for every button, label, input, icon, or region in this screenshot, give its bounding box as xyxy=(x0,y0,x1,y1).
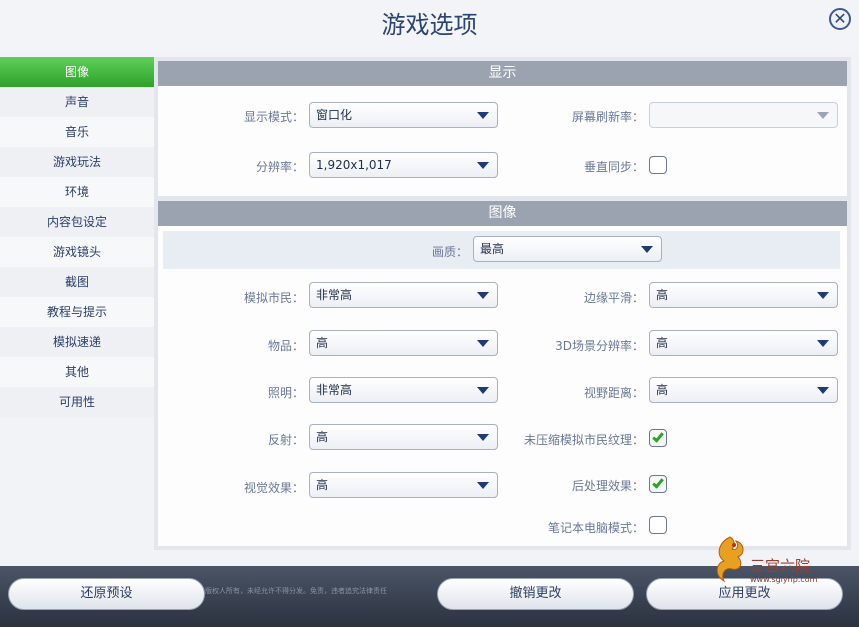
sims-select[interactable]: 非常高 xyxy=(309,282,498,308)
chevron-down-icon xyxy=(477,434,489,441)
lighting-value: 非常高 xyxy=(316,383,353,397)
objects-select[interactable]: 高 xyxy=(309,330,498,356)
edge-smoothing-value: 高 xyxy=(656,288,669,302)
sidebar-item-simdelivery[interactable]: 模拟速递 xyxy=(0,327,154,357)
visual-effects-select[interactable]: 高 xyxy=(309,472,498,498)
view-distance-value: 高 xyxy=(656,383,669,397)
close-icon: ✕ xyxy=(833,9,847,28)
cancel-changes-button[interactable]: 撤销更改 xyxy=(437,578,634,610)
chevron-down-icon xyxy=(477,162,489,169)
sims-label: 模拟市民： xyxy=(243,291,304,305)
chevron-down-icon xyxy=(477,387,489,394)
sidebar-item-sound[interactable]: 声音 xyxy=(0,87,154,117)
vsync-label: 垂直同步： xyxy=(583,160,644,174)
laptop-mode-checkbox[interactable] xyxy=(649,516,667,534)
sidebar-item-other[interactable]: 其他 xyxy=(0,357,154,387)
chevron-down-icon xyxy=(477,340,489,347)
chevron-down-icon xyxy=(817,387,829,394)
reflections-select[interactable]: 高 xyxy=(309,424,498,450)
display-mode-value: 窗口化 xyxy=(316,108,353,122)
scene-3d-resolution-label: 3D场景分辨率： xyxy=(555,339,644,353)
resolution-value: 1,920x1,017 xyxy=(316,158,392,172)
quality-value: 最高 xyxy=(480,242,505,256)
visual-effects-value: 高 xyxy=(316,478,329,492)
display-mode-label: 显示模式： xyxy=(243,110,304,124)
reflections-label: 反射： xyxy=(267,433,304,447)
chevron-down-icon xyxy=(477,292,489,299)
window-title: 游戏选项 xyxy=(0,0,859,52)
lighting-select[interactable]: 非常高 xyxy=(309,377,498,403)
chevron-down-icon xyxy=(817,292,829,299)
post-processing-checkbox[interactable] xyxy=(649,475,667,493)
post-processing-label: 后处理效果： xyxy=(571,479,644,493)
apply-changes-button[interactable]: 应用更改 xyxy=(646,578,843,610)
footer-note: 版权人所有，未经允许不得分发。免责，违者追究法律责任 xyxy=(205,587,387,595)
close-button[interactable]: ✕ xyxy=(829,8,851,30)
refresh-rate-select[interactable] xyxy=(649,102,838,128)
chevron-down-icon xyxy=(477,112,489,119)
sidebar-item-screenshots[interactable]: 截图 xyxy=(0,267,154,297)
visual-effects-label: 视觉效果： xyxy=(243,481,304,495)
restore-defaults-button[interactable]: 还原预设 xyxy=(8,578,205,610)
objects-label: 物品： xyxy=(267,339,304,353)
uncompressed-textures-label: 未压缩模拟市民纹理： xyxy=(523,433,644,447)
sidebar-item-graphics[interactable]: 图像 xyxy=(0,57,154,87)
settings-panel: 显示 显示模式： 窗口化 屏幕刷新率： 分辨率： 1,920x1,017 垂直同… xyxy=(154,57,851,550)
quality-select[interactable]: 最高 xyxy=(473,236,662,262)
refresh-rate-label: 屏幕刷新率： xyxy=(571,110,644,124)
resolution-label: 分辨率： xyxy=(255,160,304,174)
scene-3d-resolution-value: 高 xyxy=(656,336,669,350)
sidebar-item-content-packs[interactable]: 内容包设定 xyxy=(0,207,154,237)
sidebar-item-music[interactable]: 音乐 xyxy=(0,117,154,147)
sidebar-item-gameplay[interactable]: 游戏玩法 xyxy=(0,147,154,177)
chevron-down-icon xyxy=(477,482,489,489)
uncompressed-textures-checkbox[interactable] xyxy=(649,429,667,447)
display-section: 显示模式： 窗口化 屏幕刷新率： 分辨率： 1,920x1,017 垂直同步： xyxy=(158,86,847,196)
reflections-value: 高 xyxy=(316,430,329,444)
chevron-down-icon xyxy=(817,340,829,347)
sidebar-item-camera[interactable]: 游戏镜头 xyxy=(0,237,154,267)
resolution-select[interactable]: 1,920x1,017 xyxy=(309,152,498,178)
footer-bar: 还原预设 版权人所有，未经允许不得分发。免责，违者追究法律责任 撤销更改 应用更… xyxy=(0,566,859,627)
objects-value: 高 xyxy=(316,336,329,350)
checkmark-icon xyxy=(652,476,664,489)
view-distance-label: 视野距离： xyxy=(583,386,644,400)
vsync-checkbox[interactable] xyxy=(649,156,667,174)
scene-3d-resolution-select[interactable]: 高 xyxy=(649,330,838,356)
lighting-label: 照明： xyxy=(267,386,304,400)
sidebar-item-environment[interactable]: 环境 xyxy=(0,177,154,207)
quality-label: 画质： xyxy=(431,245,468,259)
display-mode-select[interactable]: 窗口化 xyxy=(309,102,498,128)
graphics-section-header: 图像 xyxy=(158,201,847,226)
edge-smoothing-select[interactable]: 高 xyxy=(649,282,838,308)
chevron-down-icon xyxy=(641,246,653,253)
sidebar: 图像 声音 音乐 游戏玩法 环境 内容包设定 游戏镜头 截图 教程与提示 模拟速… xyxy=(0,57,154,417)
view-distance-select[interactable]: 高 xyxy=(649,377,838,403)
sidebar-item-accessibility[interactable]: 可用性 xyxy=(0,387,154,417)
sidebar-item-tutorials[interactable]: 教程与提示 xyxy=(0,297,154,327)
chevron-down-icon xyxy=(817,112,829,119)
edge-smoothing-label: 边缘平滑： xyxy=(583,291,644,305)
laptop-mode-label: 笔记本电脑模式： xyxy=(547,521,644,535)
graphics-section: 画质： 最高 模拟市民： 非常高 边缘平滑： 高 物品： 高 3D场景分辨率： … xyxy=(158,226,847,546)
checkmark-icon xyxy=(652,430,664,443)
sims-value: 非常高 xyxy=(316,288,353,302)
display-section-header: 显示 xyxy=(158,61,847,86)
